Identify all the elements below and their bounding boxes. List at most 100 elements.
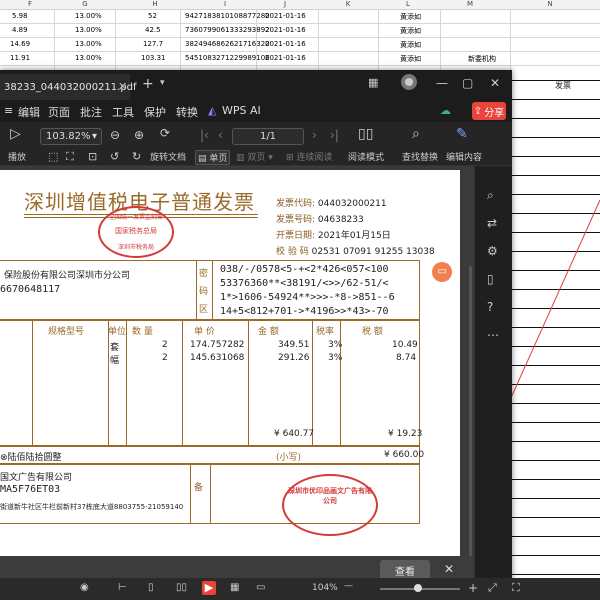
first-page-icon[interactable]: |‹ <box>200 128 209 142</box>
zoom-slider-handle[interactable] <box>414 584 422 592</box>
menu-item[interactable]: ≡ <box>4 104 13 117</box>
menu-annotate[interactable]: 批注 <box>80 104 102 120</box>
chevron-down-icon[interactable]: ▾ <box>160 78 165 88</box>
continuous-read-button[interactable]: ⊞ 连续阅读 <box>286 150 332 163</box>
cell[interactable]: 黄添如 <box>400 40 421 50</box>
scrollbar[interactable] <box>469 266 472 585</box>
cell[interactable]: 13.00% <box>75 26 102 34</box>
book-icon[interactable]: ▯▯ <box>358 126 373 142</box>
assistant-badge-icon[interactable]: ▭ <box>432 262 452 282</box>
play-label[interactable]: 播放 <box>8 150 26 163</box>
rotate-right-icon[interactable]: ↻ <box>132 150 141 163</box>
wps-ai-icon[interactable]: ◭ <box>208 104 216 117</box>
menu-wps-ai[interactable]: WPS AI <box>222 104 261 117</box>
play-icon[interactable]: ▶ <box>202 581 216 595</box>
cell[interactable]: 黄添如 <box>400 26 421 36</box>
tab-close-icon[interactable]: ✕ <box>118 80 127 93</box>
edit-content-icon[interactable]: ✎ <box>456 126 468 142</box>
double-page-button[interactable]: ▥ 双页 ▾ <box>236 150 273 163</box>
view-mode-icon[interactable]: ⊢ <box>118 582 127 593</box>
find-replace-label[interactable]: 查找替换 <box>402 150 438 163</box>
zoom-out-button[interactable]: — <box>344 581 353 591</box>
rotate-doc-label[interactable]: 旋转文档 <box>150 150 186 163</box>
avatar[interactable] <box>400 73 418 94</box>
translate-icon[interactable]: ⇄ <box>487 216 497 230</box>
reading-icon[interactable]: ▭ <box>256 582 265 593</box>
edit-content-label[interactable]: 编辑内容 <box>446 150 482 163</box>
menu-tools[interactable]: 工具 <box>112 104 134 120</box>
search-icon[interactable]: ⌕ <box>412 126 420 142</box>
fit-width-icon[interactable]: ⛶ <box>66 150 74 164</box>
cell[interactable]: 11.91 <box>10 54 30 62</box>
cell[interactable]: 127.7 <box>143 40 163 48</box>
col-header[interactable]: J <box>255 0 315 8</box>
rotate-left-icon[interactable]: ↺ <box>110 150 119 163</box>
cell[interactable]: 13.00% <box>75 40 102 48</box>
new-tab-icon[interactable]: + <box>142 76 154 92</box>
settings-sliders-icon[interactable]: ⚙ <box>487 244 498 258</box>
rotate-icon[interactable]: ⟳ <box>160 126 170 140</box>
sheet-header-invoice[interactable]: 发票 <box>555 80 571 91</box>
col-header[interactable]: H <box>125 0 185 8</box>
col-header[interactable]: F <box>0 0 60 8</box>
cell[interactable]: 黄添如 <box>400 12 421 22</box>
col-header[interactable]: K <box>318 0 378 8</box>
next-page-icon[interactable]: › <box>312 128 317 142</box>
menu-convert[interactable]: 转换 <box>176 104 198 120</box>
share-button[interactable]: ⇪ 分享 <box>472 102 506 120</box>
help-icon[interactable]: ? <box>487 300 493 314</box>
crop-icon[interactable]: ⊡ <box>88 150 97 163</box>
cell[interactable]: 2021-01-16 <box>265 12 306 20</box>
cell[interactable]: 4.89 <box>12 26 28 34</box>
zoom-out-icon[interactable]: ⊖ <box>110 128 120 142</box>
cell[interactable]: 2021-01-16 <box>265 54 306 62</box>
cell[interactable]: 52 <box>148 12 157 20</box>
cell[interactable]: 2021-01-16 <box>265 40 306 48</box>
last-page-icon[interactable]: ›| <box>330 128 339 142</box>
view-button[interactable]: 查看 <box>380 560 430 580</box>
cell[interactable]: 14.69 <box>10 40 30 48</box>
search-icon[interactable]: ⌕ <box>487 188 494 203</box>
more-icon[interactable]: ⋯ <box>487 328 499 342</box>
restore-icon[interactable]: ▢ <box>462 76 473 90</box>
zoom-in-button[interactable]: + <box>468 581 478 595</box>
single-page-button[interactable]: ▤ 单页 <box>195 150 231 165</box>
play-icon[interactable]: ▷ <box>10 126 21 142</box>
col-header[interactable]: G <box>55 0 115 8</box>
eye-icon[interactable]: ◉ <box>80 582 89 593</box>
cell[interactable]: 新委机构 <box>468 54 496 64</box>
close-icon[interactable]: ✕ <box>490 76 500 90</box>
menu-page[interactable]: 页面 <box>48 104 70 120</box>
document-area[interactable]: 深圳增值税电子普通发票 全国统一发票监制章 国家税务总局 深圳市税务局 发票代码… <box>0 166 474 585</box>
menu-protect[interactable]: 保护 <box>144 104 166 120</box>
cell[interactable]: 2021-01-16 <box>265 26 306 34</box>
cell[interactable]: 13.00% <box>75 54 102 62</box>
page-field[interactable]: 1/1 <box>232 128 304 145</box>
zoom-in-icon[interactable]: ⊕ <box>134 128 144 142</box>
cell[interactable]: 5.98 <box>12 12 28 20</box>
fit-page-icon[interactable]: ⬚ <box>48 150 58 163</box>
fullscreen-icon[interactable]: ⤢ <box>488 581 497 595</box>
read-mode-label[interactable]: 阅读模式 <box>348 150 384 163</box>
close-icon[interactable]: ✕ <box>444 562 454 576</box>
document-tab[interactable]: 38233_044032000211.pdf ✕ <box>0 74 137 100</box>
grid-icon[interactable]: ▦ <box>230 582 239 593</box>
double-page-icon[interactable]: ▯▯ <box>176 582 187 593</box>
tiles-icon[interactable]: ▦ <box>368 76 378 89</box>
single-page-icon[interactable]: ▯ <box>148 582 154 593</box>
col-header[interactable]: L <box>378 0 438 8</box>
cell[interactable]: 黄添如 <box>400 54 421 64</box>
cell[interactable]: 42.5 <box>145 26 161 34</box>
cell[interactable]: 13.00% <box>75 12 102 20</box>
fit-icon[interactable]: ⛶ <box>512 581 520 595</box>
minimize-icon[interactable]: — <box>436 76 448 90</box>
book-icon[interactable]: ▯ <box>487 272 494 286</box>
zoom-field[interactable]: 103.82% ▾ <box>40 128 102 145</box>
cell[interactable]: 103.31 <box>141 54 166 62</box>
menu-edit[interactable]: 编辑 <box>18 104 40 120</box>
col-header[interactable]: M <box>440 0 500 8</box>
cloud-icon[interactable]: ☁ <box>440 104 451 117</box>
prev-page-icon[interactable]: ‹ <box>218 128 223 142</box>
col-header[interactable]: N <box>520 0 580 8</box>
col-header[interactable]: I <box>195 0 255 8</box>
